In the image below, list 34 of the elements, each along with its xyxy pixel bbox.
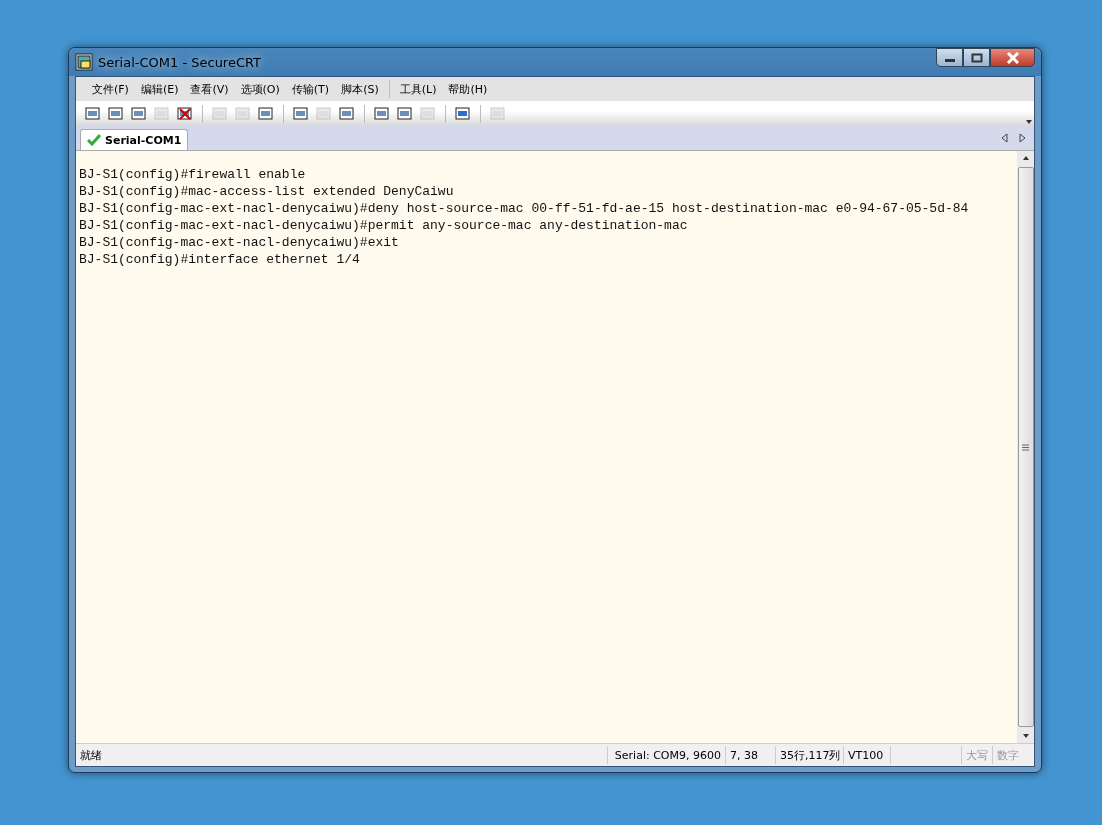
terminal-line: BJ-S1(config)#mac-access-list extended DenyCaiwu (79, 183, 455, 200)
status-field: Serial: COM9, 9600 (607, 746, 725, 764)
maximize-icon (970, 52, 983, 63)
maximize-button[interactable] (963, 48, 990, 67)
menu-item[interactable]: 脚本(S) (335, 81, 385, 97)
terminal-line: BJ-S1(config-mac-ext-nacl-denycaiwu)#deny host-source-mac 00-ff-51-fd-ae-15 host-destination-mac e0-94-67-05-5d-84 (79, 200, 970, 217)
status-field: 35行,117列 (775, 746, 843, 764)
status-field: 7, 38 (725, 746, 775, 764)
close-icon (1005, 51, 1020, 64)
session-tab[interactable]: Serial-COM1 (80, 129, 189, 150)
minimize-button[interactable] (936, 48, 963, 67)
status-field: VT100 (843, 746, 890, 764)
menu-item[interactable]: 文件(F) (86, 81, 135, 97)
status-field: 数字 (992, 746, 1034, 764)
tab-right-icon[interactable] (1018, 133, 1026, 143)
close-button[interactable] (990, 48, 1035, 67)
window-title: Serial-COM1 - SecureCRT (98, 54, 262, 70)
check-icon (87, 134, 101, 146)
status-field: 大写 (961, 746, 992, 764)
terminal-line: BJ-S1(config-mac-ext-nacl-denycaiwu)#exit (79, 234, 400, 251)
terminal-line: BJ-S1(config)#firewall enable (79, 166, 307, 183)
menu-item[interactable]: 查看(V) (184, 81, 235, 97)
menu-item[interactable]: 选项(O) (234, 81, 286, 97)
terminal-line: BJ-S1(config)#interface ethernet 1/4 (79, 251, 361, 268)
terminal-line: BJ-S1(config-mac-ext-nacl-denycaiwu)#permit any-source-mac any-destination-mac (79, 217, 689, 234)
status-message: 就绪 (79, 747, 103, 763)
tab-left-icon[interactable] (1001, 133, 1009, 143)
menu-item[interactable]: 传输(T) (285, 81, 336, 97)
menu-item[interactable]: 编辑(E) (134, 81, 185, 97)
app-icon (75, 53, 93, 71)
menu-item[interactable]: 工具(L) (393, 81, 443, 97)
menu-item[interactable]: 帮助(H) (442, 81, 494, 97)
disconnect-icon[interactable] (176, 104, 194, 123)
minimize-icon (944, 59, 955, 62)
